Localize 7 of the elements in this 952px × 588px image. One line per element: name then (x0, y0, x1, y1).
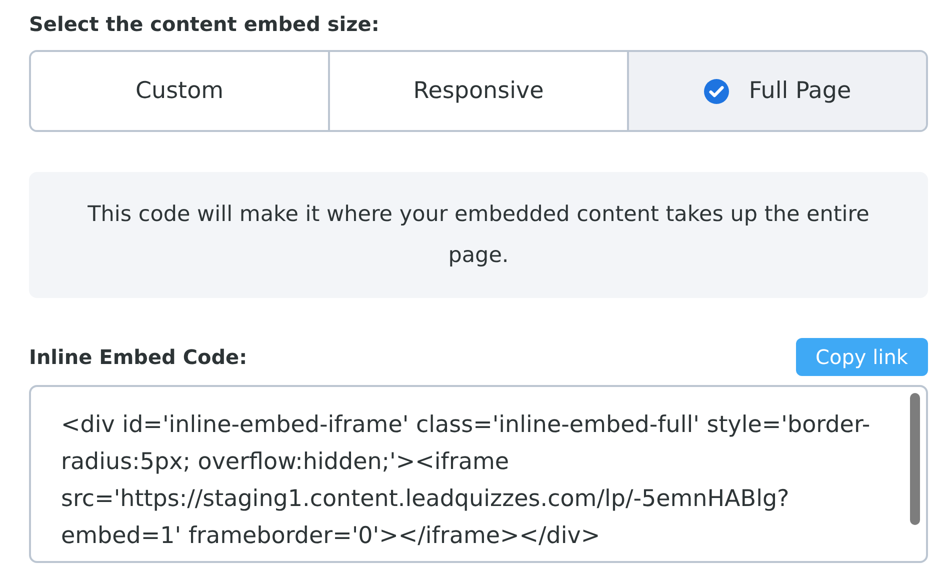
embed-code-field[interactable]: <div id='inline-embed-iframe' class='inline-embed-full' style='border-radius:5px; overflow:hidden;'><iframe src='https://staging1.content.leadquizzes.com/lp/-5emnHABlg?embed=1' frameborder='0'></iframe></div> (29, 385, 928, 563)
info-message: This code will make it where your embedded content takes up the entire page. (29, 172, 928, 298)
scrollbar-thumb[interactable] (910, 393, 920, 525)
field-label: Inline Embed Code: (29, 345, 248, 369)
size-option-tab[interactable]: Full Page (627, 52, 926, 130)
check-circle-icon (704, 78, 729, 104)
section-heading: Select the content embed size: (29, 12, 380, 36)
